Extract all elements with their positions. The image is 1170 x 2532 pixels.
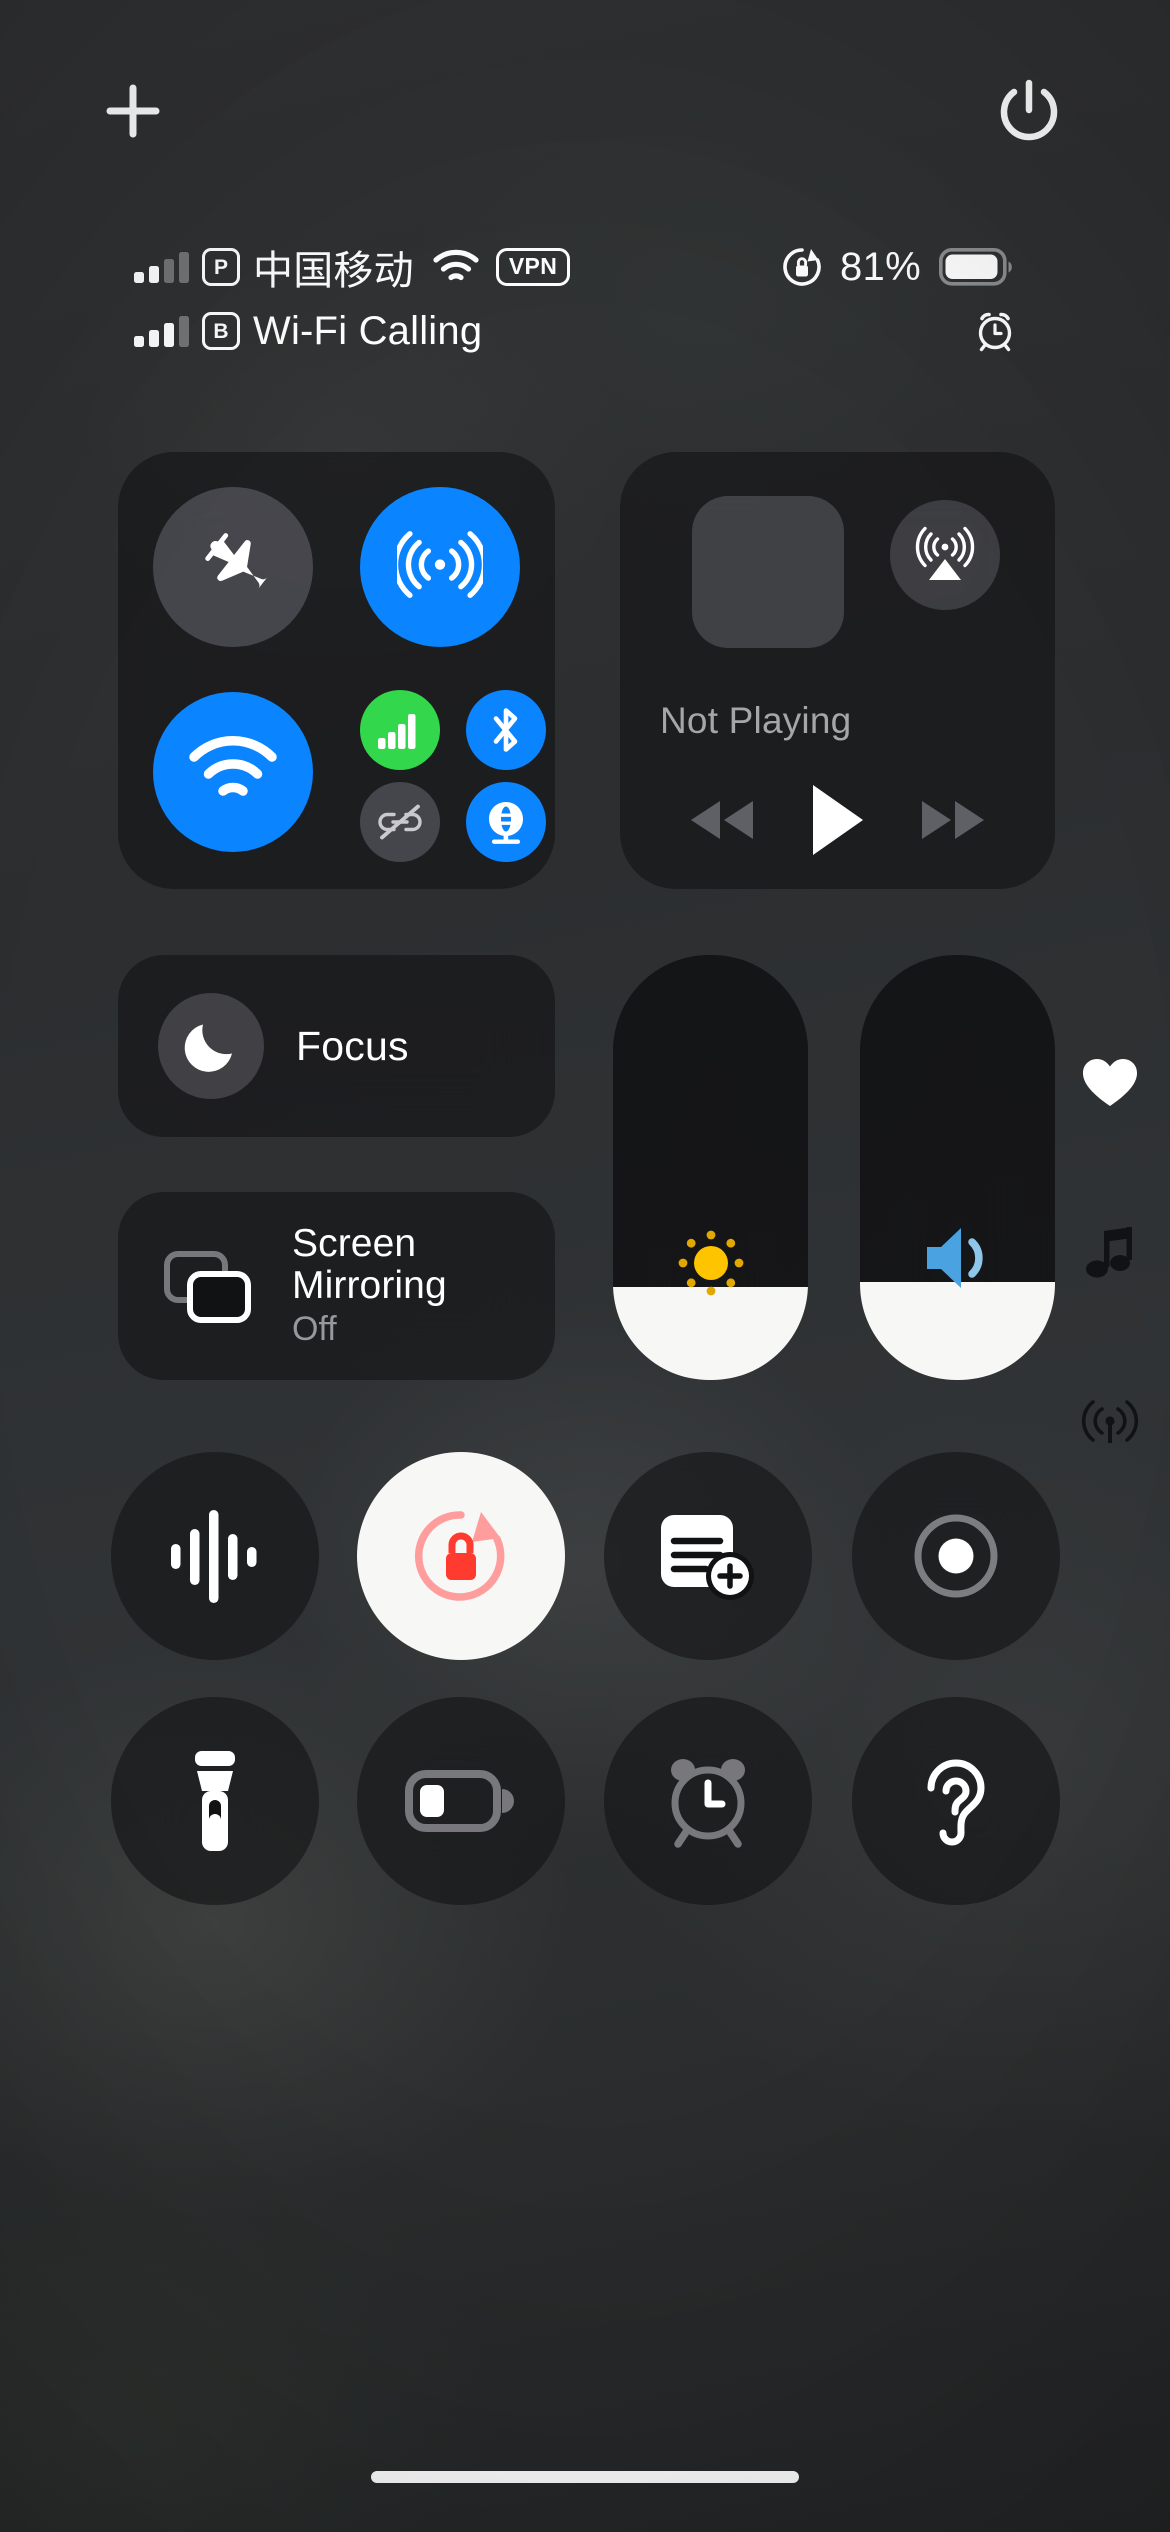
- broadcast-icon[interactable]: [1080, 1395, 1140, 1447]
- heart-icon-glyph: [1083, 1059, 1137, 1106]
- plus-icon: [106, 84, 160, 138]
- status-bar: P 中国移动 VPN B Wi-Fi Calling 81%: [0, 232, 1170, 372]
- hearing-button[interactable]: [852, 1697, 1060, 1905]
- home-indicator: [371, 2471, 799, 2483]
- status-line-primary: P 中国移动 VPN: [134, 238, 571, 296]
- focus-tile[interactable]: Focus: [118, 955, 555, 1137]
- flashlight-icon: [195, 1751, 235, 1851]
- fast-forward-icon: [921, 801, 984, 839]
- screen-mirroring-icon-wrapper: [160, 1241, 260, 1331]
- alarm-clock-icon: [671, 1759, 745, 1848]
- brightness-slider[interactable]: [613, 955, 808, 1380]
- rewind-button[interactable]: [685, 795, 759, 845]
- low-power-mode-button[interactable]: [357, 1697, 565, 1905]
- speaker-icon: [926, 1228, 983, 1289]
- screen-mirroring-tile[interactable]: Screen Mirroring Off: [118, 1192, 555, 1380]
- music-note-icon[interactable]: [1084, 1227, 1138, 1283]
- vpn-globe-icon: [489, 802, 523, 844]
- battery-percent-label: 81%: [840, 244, 921, 289]
- connectivity-module[interactable]: [118, 452, 555, 889]
- note-plus-icon: [661, 1515, 754, 1600]
- battery-low-icon: [405, 1770, 514, 1832]
- music-note-icon-glyph: [1086, 1227, 1132, 1278]
- screen-mirroring-text: Screen Mirroring Off: [292, 1223, 555, 1349]
- focus-label: Focus: [296, 1022, 409, 1069]
- rewind-icon: [691, 801, 754, 839]
- media-player-module[interactable]: Not Playing: [620, 452, 1055, 889]
- screen-mirroring-icon: [164, 1251, 251, 1323]
- moon-icon-wrapper: [158, 993, 264, 1099]
- sim-badge-p: P: [202, 248, 240, 286]
- rotation-lock-icon: [780, 245, 824, 289]
- cellular-signal-bars-icon: [134, 251, 189, 283]
- moon-icon: [184, 1024, 232, 1072]
- vpn-toggle[interactable]: [466, 782, 546, 862]
- sim-badge-b: B: [202, 312, 240, 350]
- personal-hotspot-toggle[interactable]: [360, 782, 440, 862]
- rotation-lock-button[interactable]: [357, 1452, 565, 1660]
- sound-waveform-icon: [171, 1510, 257, 1603]
- sun-icon-wrapper: [613, 1215, 808, 1311]
- status-line-secondary: B Wi-Fi Calling: [134, 302, 482, 360]
- play-icon: [813, 785, 864, 855]
- heart-icon[interactable]: [1080, 1055, 1140, 1111]
- wifi-calling-label: Wi-Fi Calling: [253, 308, 483, 353]
- cellular-icon: [378, 714, 416, 749]
- status-right-cluster: 81%: [780, 238, 1013, 296]
- airplay-button[interactable]: [890, 500, 1000, 610]
- record-icon: [914, 1514, 998, 1598]
- wifi-icon: [189, 736, 277, 796]
- sun-icon: [678, 1230, 743, 1295]
- ear-icon: [927, 1759, 985, 1846]
- alarm-button[interactable]: [604, 1697, 812, 1905]
- cellular-data-toggle[interactable]: [360, 690, 440, 770]
- screen-mirroring-title: Screen Mirroring: [292, 1222, 447, 1307]
- add-control-button[interactable]: [92, 70, 174, 152]
- quick-note-button[interactable]: [604, 1452, 812, 1660]
- battery-icon: [938, 248, 1013, 286]
- screen-mirroring-status: Off: [292, 1309, 337, 1348]
- airplane-icon: [205, 533, 268, 589]
- carrier-name: 中国移动: [253, 249, 414, 293]
- sound-recognition-button[interactable]: [111, 1452, 319, 1660]
- power-icon: [1000, 79, 1058, 141]
- fast-forward-button[interactable]: [916, 795, 990, 845]
- now-playing-title: Not Playing: [660, 700, 852, 741]
- airdrop-icon: [397, 531, 483, 598]
- airplane-mode-toggle[interactable]: [153, 487, 313, 647]
- cellular-signal-bars-icon: [134, 315, 189, 347]
- play-button[interactable]: [805, 781, 869, 859]
- speaker-icon-wrapper: [860, 1210, 1055, 1306]
- airdrop-toggle[interactable]: [360, 487, 520, 647]
- power-button[interactable]: [988, 70, 1070, 152]
- bluetooth-toggle[interactable]: [466, 690, 546, 770]
- bluetooth-icon: [493, 708, 518, 752]
- airplay-audio-icon: [915, 526, 975, 580]
- hotspot-link-slash-icon: [378, 804, 422, 840]
- album-art-placeholder: [692, 496, 844, 648]
- wifi-toggle[interactable]: [153, 692, 313, 852]
- broadcast-icon-glyph: [1081, 1400, 1139, 1443]
- flashlight-button[interactable]: [111, 1697, 319, 1905]
- media-controls: [620, 770, 1055, 870]
- rotation-lock-icon: [414, 1511, 505, 1601]
- alarm-clock-icon: [972, 308, 1018, 354]
- wifi-icon: [432, 249, 480, 285]
- volume-slider[interactable]: [860, 955, 1055, 1380]
- vpn-badge: VPN: [495, 248, 571, 286]
- screen-recording-button[interactable]: [852, 1452, 1060, 1660]
